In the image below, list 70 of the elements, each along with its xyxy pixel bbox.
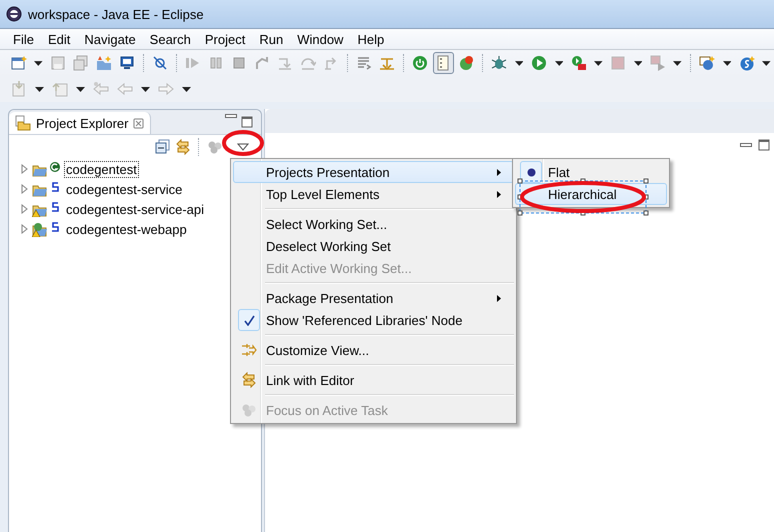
menu-item[interactable]: Help bbox=[350, 32, 392, 46]
minimize-icon bbox=[225, 114, 237, 118]
annotation-ellipse bbox=[222, 130, 264, 156]
caret-icon[interactable] bbox=[34, 60, 43, 66]
caret-icon[interactable] bbox=[673, 60, 682, 66]
menu-entry-label: Top Level Elements bbox=[265, 186, 380, 202]
menu-entry[interactable]: Flat bbox=[515, 161, 667, 183]
menu-entry-label: Focus on Active Task bbox=[265, 402, 389, 418]
collapse-all-icon bbox=[155, 139, 171, 155]
menu-entry-label: Edit Active Working Set... bbox=[265, 260, 413, 276]
menu-entry-label: Link with Editor bbox=[265, 372, 356, 388]
g-badge-icon bbox=[50, 161, 60, 173]
caret-icon[interactable] bbox=[35, 86, 44, 92]
view-tab[interactable]: Project Explorer bbox=[9, 112, 152, 134]
focus-task-icon bbox=[207, 139, 223, 155]
menu-entry[interactable]: Package Presentation bbox=[233, 287, 514, 309]
caret-icon[interactable] bbox=[634, 60, 642, 66]
maximize-icon bbox=[239, 114, 255, 130]
web-project-icon bbox=[32, 221, 50, 237]
radio-dot-icon bbox=[526, 168, 536, 176]
minimize-icon bbox=[740, 143, 752, 147]
menu-entry-label: Show 'Referenced Libraries' Node bbox=[265, 312, 464, 328]
menu-entry[interactable]: Show 'Referenced Libraries' Node bbox=[233, 309, 514, 331]
view-tab-label: Project Explorer bbox=[36, 116, 128, 130]
menu-entry-label: Customize View... bbox=[265, 342, 370, 358]
menu-entry[interactable]: Link with Editor bbox=[233, 369, 514, 391]
menu-entry-label: Select Working Set... bbox=[265, 216, 388, 232]
menu-entry-label: Hierarchical bbox=[547, 186, 618, 202]
s-badge-icon bbox=[50, 221, 60, 233]
view-menu-icon[interactable] bbox=[237, 143, 249, 151]
caret-icon[interactable] bbox=[182, 86, 191, 92]
menu-item[interactable]: Run bbox=[252, 32, 290, 46]
customize-icon bbox=[241, 342, 257, 358]
project-tree-item[interactable]: codegentest-service-api bbox=[64, 200, 206, 218]
menu-entry[interactable]: Projects Presentation bbox=[233, 161, 514, 183]
menu-item[interactable]: Navigate bbox=[77, 32, 143, 46]
eclipse-logo-icon bbox=[6, 6, 22, 22]
menu-item[interactable]: File bbox=[6, 32, 41, 46]
menu-entry[interactable]: Select Working Set... bbox=[233, 213, 514, 235]
window-title: workspace - Java EE - Eclipse bbox=[28, 6, 204, 22]
caret-icon[interactable] bbox=[762, 60, 771, 66]
menu-entry-label: Flat bbox=[547, 164, 571, 180]
menu-entry[interactable]: Customize View... bbox=[233, 339, 514, 361]
project-tree-item[interactable]: codegentest-webapp bbox=[64, 220, 189, 238]
menu-item[interactable]: Search bbox=[142, 32, 198, 46]
caret-icon[interactable] bbox=[76, 86, 85, 92]
caret-icon[interactable] bbox=[722, 60, 732, 66]
close-icon bbox=[133, 118, 144, 128]
explorer-folder-icon bbox=[15, 115, 31, 131]
menu-entry[interactable]: Deselect Working Set bbox=[233, 235, 514, 257]
check-icon bbox=[244, 314, 254, 326]
caret-icon[interactable] bbox=[554, 60, 564, 66]
caret-icon[interactable] bbox=[514, 60, 524, 66]
menu-item[interactable]: Edit bbox=[40, 32, 78, 46]
menu-entry-label: Package Presentation bbox=[265, 290, 394, 306]
project-tree-item[interactable]: codegentest bbox=[64, 160, 139, 178]
caret-icon[interactable] bbox=[594, 60, 603, 66]
menu-entry[interactable]: Top Level Elements bbox=[233, 183, 514, 205]
caret-icon[interactable] bbox=[141, 86, 150, 92]
s-badge-icon bbox=[50, 181, 60, 193]
link-arrows-icon bbox=[175, 139, 191, 155]
s-badge-icon bbox=[50, 201, 60, 213]
numbered-list-icon[interactable] bbox=[432, 52, 454, 74]
menu-item[interactable]: Project bbox=[198, 32, 252, 46]
link-arrows-icon bbox=[241, 372, 257, 388]
menu-entry-label: Deselect Working Set bbox=[265, 238, 392, 254]
menu-item[interactable]: Window bbox=[290, 32, 350, 46]
menu-entry-label: Projects Presentation bbox=[265, 164, 391, 180]
focus-task-icon bbox=[241, 402, 257, 418]
project-tree-item[interactable]: codegentest-service bbox=[64, 180, 184, 198]
